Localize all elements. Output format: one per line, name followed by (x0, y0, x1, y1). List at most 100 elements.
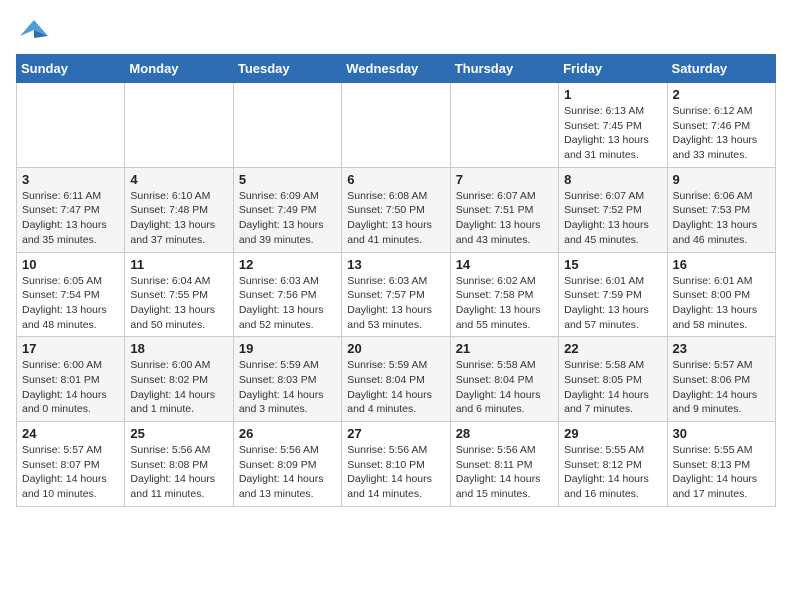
calendar-week-row: 10 Sunrise: 6:05 AM Sunset: 7:54 PM Dayli… (17, 252, 776, 337)
day-info: Sunrise: 6:12 AM Sunset: 7:46 PM Dayligh… (673, 104, 770, 163)
day-info: Sunrise: 6:10 AM Sunset: 7:48 PM Dayligh… (130, 189, 227, 248)
calendar-cell: 8Sunrise: 6:07 AM Sunset: 7:52 PM Daylig… (559, 167, 667, 252)
calendar-table: SundayMondayTuesdayWednesdayThursdayFrid… (16, 54, 776, 507)
day-number: 27 (347, 426, 444, 441)
logo-bird-icon (20, 16, 48, 44)
day-info: Sunrise: 6:09 AM Sunset: 7:49 PM Dayligh… (239, 189, 336, 248)
day-number: 20 (347, 341, 444, 356)
calendar-cell: 2 Sunrise: 6:12 AM Sunset: 7:46 PM Daylig… (667, 83, 775, 168)
calendar-cell: 16 Sunrise: 6:01 AM Sunset: 8:00 PM Dayli… (667, 252, 775, 337)
day-info: Sunrise: 5:59 AM Sunset: 8:03 PM Dayligh… (239, 358, 336, 417)
day-info: Sunrise: 6:00 AM Sunset: 8:01 PM Dayligh… (22, 358, 119, 417)
day-info: Sunrise: 6:13 AM Sunset: 7:45 PM Dayligh… (564, 104, 661, 163)
day-info: Sunrise: 6:04 AM Sunset: 7:55 PM Dayligh… (130, 274, 227, 333)
calendar-cell: 26 Sunrise: 5:56 AM Sunset: 8:09 PM Dayli… (233, 422, 341, 507)
day-number: 10 (22, 257, 119, 272)
day-info: Sunrise: 5:57 AM Sunset: 8:07 PM Dayligh… (22, 443, 119, 502)
day-info: Sunrise: 6:07 AM Sunset: 7:51 PM Dayligh… (456, 189, 553, 248)
calendar-cell: 15 Sunrise: 6:01 AM Sunset: 7:59 PM Dayli… (559, 252, 667, 337)
calendar-cell: 7 Sunrise: 6:07 AM Sunset: 7:51 PM Daylig… (450, 167, 558, 252)
day-number: 19 (239, 341, 336, 356)
day-info: Sunrise: 6:06 AM Sunset: 7:53 PM Dayligh… (673, 189, 770, 248)
calendar-week-row: 24 Sunrise: 5:57 AM Sunset: 8:07 PM Dayli… (17, 422, 776, 507)
calendar-cell: 24 Sunrise: 5:57 AM Sunset: 8:07 PM Dayli… (17, 422, 125, 507)
day-info: Sunrise: 6:00 AM Sunset: 8:02 PM Dayligh… (130, 358, 227, 417)
day-info: Sunrise: 6:03 AM Sunset: 7:57 PM Dayligh… (347, 274, 444, 333)
calendar-cell: 28 Sunrise: 5:56 AM Sunset: 8:11 PM Dayli… (450, 422, 558, 507)
calendar-week-row: 3Sunrise: 6:11 AM Sunset: 7:47 PM Daylig… (17, 167, 776, 252)
day-number: 25 (130, 426, 227, 441)
page-header (16, 16, 776, 44)
day-info: Sunrise: 6:11 AM Sunset: 7:47 PM Dayligh… (22, 189, 119, 248)
day-info: Sunrise: 6:01 AM Sunset: 8:00 PM Dayligh… (673, 274, 770, 333)
day-info: Sunrise: 5:58 AM Sunset: 8:04 PM Dayligh… (456, 358, 553, 417)
day-info: Sunrise: 5:56 AM Sunset: 8:08 PM Dayligh… (130, 443, 227, 502)
day-number: 14 (456, 257, 553, 272)
day-number: 28 (456, 426, 553, 441)
day-number: 24 (22, 426, 119, 441)
day-info: Sunrise: 5:56 AM Sunset: 8:11 PM Dayligh… (456, 443, 553, 502)
day-number: 26 (239, 426, 336, 441)
day-number: 7 (456, 172, 553, 187)
day-info: Sunrise: 5:56 AM Sunset: 8:09 PM Dayligh… (239, 443, 336, 502)
calendar-cell: 3Sunrise: 6:11 AM Sunset: 7:47 PM Daylig… (17, 167, 125, 252)
day-number: 15 (564, 257, 661, 272)
day-number: 9 (673, 172, 770, 187)
day-number: 21 (456, 341, 553, 356)
day-number: 6 (347, 172, 444, 187)
calendar-cell: 13 Sunrise: 6:03 AM Sunset: 7:57 PM Dayli… (342, 252, 450, 337)
day-number: 30 (673, 426, 770, 441)
calendar-cell (17, 83, 125, 168)
calendar-cell (233, 83, 341, 168)
day-number: 5 (239, 172, 336, 187)
day-info: Sunrise: 6:08 AM Sunset: 7:50 PM Dayligh… (347, 189, 444, 248)
day-number: 23 (673, 341, 770, 356)
day-number: 16 (673, 257, 770, 272)
day-info: Sunrise: 5:59 AM Sunset: 8:04 PM Dayligh… (347, 358, 444, 417)
column-header-monday: Monday (125, 55, 233, 83)
day-number: 17 (22, 341, 119, 356)
column-header-wednesday: Wednesday (342, 55, 450, 83)
calendar-cell: 25 Sunrise: 5:56 AM Sunset: 8:08 PM Dayli… (125, 422, 233, 507)
calendar-cell: 1 Sunrise: 6:13 AM Sunset: 7:45 PM Daylig… (559, 83, 667, 168)
day-info: Sunrise: 5:55 AM Sunset: 8:13 PM Dayligh… (673, 443, 770, 502)
day-info: Sunrise: 5:55 AM Sunset: 8:12 PM Dayligh… (564, 443, 661, 502)
calendar-cell (342, 83, 450, 168)
calendar-cell: 11Sunrise: 6:04 AM Sunset: 7:55 PM Dayli… (125, 252, 233, 337)
calendar-week-row: 17 Sunrise: 6:00 AM Sunset: 8:01 PM Dayli… (17, 337, 776, 422)
calendar-cell: 5 Sunrise: 6:09 AM Sunset: 7:49 PM Daylig… (233, 167, 341, 252)
column-header-thursday: Thursday (450, 55, 558, 83)
calendar-cell: 30 Sunrise: 5:55 AM Sunset: 8:13 PM Dayli… (667, 422, 775, 507)
calendar-cell: 23 Sunrise: 5:57 AM Sunset: 8:06 PM Dayli… (667, 337, 775, 422)
day-info: Sunrise: 6:05 AM Sunset: 7:54 PM Dayligh… (22, 274, 119, 333)
calendar-cell: 27 Sunrise: 5:56 AM Sunset: 8:10 PM Dayli… (342, 422, 450, 507)
day-number: 18 (130, 341, 227, 356)
day-number: 1 (564, 87, 661, 102)
calendar-cell: 10 Sunrise: 6:05 AM Sunset: 7:54 PM Dayli… (17, 252, 125, 337)
calendar-header-row: SundayMondayTuesdayWednesdayThursdayFrid… (17, 55, 776, 83)
calendar-cell: 17 Sunrise: 6:00 AM Sunset: 8:01 PM Dayli… (17, 337, 125, 422)
day-info: Sunrise: 5:56 AM Sunset: 8:10 PM Dayligh… (347, 443, 444, 502)
day-info: Sunrise: 6:02 AM Sunset: 7:58 PM Dayligh… (456, 274, 553, 333)
calendar-cell: 9 Sunrise: 6:06 AM Sunset: 7:53 PM Daylig… (667, 167, 775, 252)
calendar-cell (125, 83, 233, 168)
day-number: 2 (673, 87, 770, 102)
day-info: Sunrise: 5:57 AM Sunset: 8:06 PM Dayligh… (673, 358, 770, 417)
calendar-cell: 29Sunrise: 5:55 AM Sunset: 8:12 PM Dayli… (559, 422, 667, 507)
day-info: Sunrise: 6:01 AM Sunset: 7:59 PM Dayligh… (564, 274, 661, 333)
calendar-cell (450, 83, 558, 168)
day-info: Sunrise: 6:07 AM Sunset: 7:52 PM Dayligh… (564, 189, 661, 248)
day-number: 22 (564, 341, 661, 356)
column-header-saturday: Saturday (667, 55, 775, 83)
calendar-cell: 20 Sunrise: 5:59 AM Sunset: 8:04 PM Dayli… (342, 337, 450, 422)
calendar-cell: 12 Sunrise: 6:03 AM Sunset: 7:56 PM Dayli… (233, 252, 341, 337)
logo (16, 16, 48, 44)
calendar-cell: 4Sunrise: 6:10 AM Sunset: 7:48 PM Daylig… (125, 167, 233, 252)
day-info: Sunrise: 6:03 AM Sunset: 7:56 PM Dayligh… (239, 274, 336, 333)
day-info: Sunrise: 5:58 AM Sunset: 8:05 PM Dayligh… (564, 358, 661, 417)
day-number: 12 (239, 257, 336, 272)
day-number: 13 (347, 257, 444, 272)
calendar-cell: 6 Sunrise: 6:08 AM Sunset: 7:50 PM Daylig… (342, 167, 450, 252)
column-header-tuesday: Tuesday (233, 55, 341, 83)
calendar-cell: 22 Sunrise: 5:58 AM Sunset: 8:05 PM Dayli… (559, 337, 667, 422)
